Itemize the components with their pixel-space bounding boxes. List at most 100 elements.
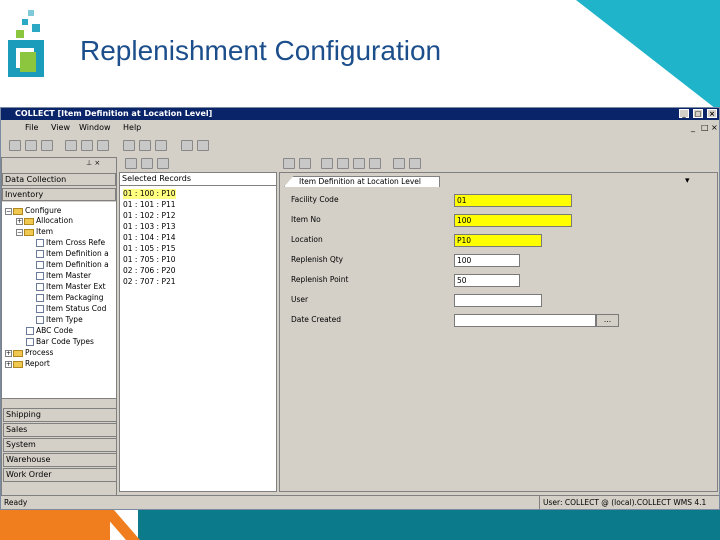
document-icon [36, 250, 44, 258]
label-date-created: Date Created [291, 315, 341, 324]
window-title: COLLECT [Item Definition at Location Lev… [15, 109, 213, 118]
menu-view[interactable]: View [51, 121, 70, 135]
help-icon[interactable] [181, 140, 193, 151]
cancel-record-icon[interactable] [409, 158, 421, 169]
import-icon[interactable] [139, 140, 151, 151]
document-icon [26, 327, 34, 335]
status-text: Ready [4, 498, 28, 507]
mdi-close-icon[interactable]: × [711, 121, 718, 135]
date-created-field[interactable] [454, 314, 596, 327]
tree-leaf[interactable]: Item Packaging [36, 293, 104, 303]
close-button[interactable]: × [707, 109, 717, 118]
left-panel: ⊥ × Data Collection Inventory − Configure… [1, 157, 117, 497]
tile-horizontal-icon[interactable] [65, 140, 77, 151]
export-icon[interactable] [123, 140, 135, 151]
nav-work-order[interactable]: Work Order [3, 468, 117, 482]
status-user: User: COLLECT @ (local).COLLECT WMS 4.1 [539, 496, 706, 509]
tab-item-definition[interactable]: Item Definition at Location Level [284, 176, 440, 187]
horizontal-scrollbar[interactable] [2, 398, 116, 407]
item-no-field[interactable]: 100 [454, 214, 572, 227]
mdi-min-icon[interactable]: _ [691, 121, 695, 135]
document-icon [26, 338, 34, 346]
maximize-button[interactable]: □ [693, 109, 703, 118]
edit-record-icon[interactable] [337, 158, 349, 169]
tree-leaf[interactable]: Item Definition a [36, 260, 109, 270]
tree-leaf[interactable]: Bar Code Types [26, 337, 94, 347]
app-window: COLLECT [Item Definition at Location Lev… [0, 107, 720, 510]
delete-icon[interactable] [25, 140, 37, 151]
save-record-icon[interactable] [393, 158, 405, 169]
tree-leaf[interactable]: Item Status Cod [36, 304, 106, 314]
tree-item[interactable]: − Item [16, 227, 53, 237]
record-item[interactable]: 01 : 705 : P10 [123, 255, 176, 265]
record-item[interactable]: 01 : 100 : P10 [123, 189, 176, 199]
menu-help[interactable]: Help [123, 121, 141, 135]
new-icon[interactable] [9, 140, 21, 151]
tree-leaf[interactable]: Item Master Ext [36, 282, 106, 292]
tree-leaf[interactable]: ABC Code [26, 326, 73, 336]
record-item[interactable]: 01 : 101 : P11 [123, 200, 176, 210]
tree-allocation[interactable]: + Allocation [16, 216, 73, 226]
folder-icon [13, 360, 23, 368]
replenish-point-field[interactable]: 50 [454, 274, 520, 287]
nav-sales[interactable]: Sales [3, 423, 117, 437]
tree-leaf[interactable]: Item Definition a [36, 249, 109, 259]
tree-leaf[interactable]: Item Cross Refe [36, 238, 105, 248]
nav-system[interactable]: System [3, 438, 117, 452]
prev-record-icon[interactable] [157, 158, 169, 169]
record-item[interactable]: 02 : 707 : P21 [123, 277, 176, 287]
record-item[interactable]: 01 : 102 : P12 [123, 211, 176, 221]
date-picker-button[interactable]: ... [596, 314, 619, 327]
delete-record-icon[interactable] [369, 158, 381, 169]
menu-bar: File View Window Help _ □ × [1, 121, 719, 135]
form-toolbar [281, 157, 720, 171]
company-logo [8, 10, 46, 78]
location-field[interactable]: P10 [454, 234, 542, 247]
document-icon [36, 261, 44, 269]
copy-record-icon[interactable] [353, 158, 365, 169]
menu-file[interactable]: File [25, 121, 38, 135]
section-inventory[interactable]: Inventory [2, 188, 116, 201]
document-icon [36, 283, 44, 291]
record-item[interactable]: 01 : 104 : P14 [123, 233, 176, 243]
menu-window[interactable]: Window [79, 121, 111, 135]
print-icon[interactable] [155, 140, 167, 151]
window-titlebar: COLLECT [Item Definition at Location Lev… [1, 108, 719, 120]
nav-shipping[interactable]: Shipping [3, 408, 117, 422]
first-record-icon[interactable] [141, 158, 153, 169]
folder-icon [13, 349, 23, 357]
minimize-button[interactable]: _ [679, 109, 689, 118]
tree-leaf[interactable]: Item Master [36, 271, 91, 281]
label-location: Location [291, 235, 323, 244]
cascade-icon[interactable] [97, 140, 109, 151]
info-icon[interactable] [197, 140, 209, 151]
nav-warehouse[interactable]: Warehouse [3, 453, 117, 467]
record-item[interactable]: 01 : 103 : P13 [123, 222, 176, 232]
user-field[interactable] [454, 294, 542, 307]
records-header: Selected Records [120, 173, 276, 186]
label-replenish-point: Replenish Point [291, 275, 349, 284]
replenish-qty-field[interactable]: 100 [454, 254, 520, 267]
label-user: User [291, 295, 309, 304]
refresh-icon[interactable] [41, 140, 53, 151]
corner-decoration [576, 0, 720, 112]
mdi-restore-icon[interactable]: □ [701, 121, 709, 135]
pin-icon[interactable]: ⊥ × [86, 159, 116, 171]
facility-code-field[interactable]: 01 [454, 194, 572, 207]
tree-leaf[interactable]: Item Type [36, 315, 83, 325]
document-icon [36, 239, 44, 247]
tab-dropdown-icon[interactable]: ▾ [685, 176, 690, 186]
new-record-icon[interactable] [321, 158, 333, 169]
tree-report[interactable]: + Report [5, 359, 50, 369]
status-bar: Ready User: COLLECT @ (local).COLLECT WM… [1, 495, 719, 509]
binoculars-icon[interactable] [125, 158, 137, 169]
panel-header: Data Collection [2, 173, 116, 186]
record-item[interactable]: 02 : 706 : P20 [123, 266, 176, 276]
next-record-icon[interactable] [283, 158, 295, 169]
tile-vertical-icon[interactable] [81, 140, 93, 151]
nav-tree: − Configure + Allocation − Item Item Cross … [2, 202, 116, 407]
tree-configure[interactable]: − Configure [5, 206, 61, 216]
tree-process[interactable]: + Process [5, 348, 53, 358]
last-record-icon[interactable] [299, 158, 311, 169]
record-item[interactable]: 01 : 105 : P15 [123, 244, 176, 254]
